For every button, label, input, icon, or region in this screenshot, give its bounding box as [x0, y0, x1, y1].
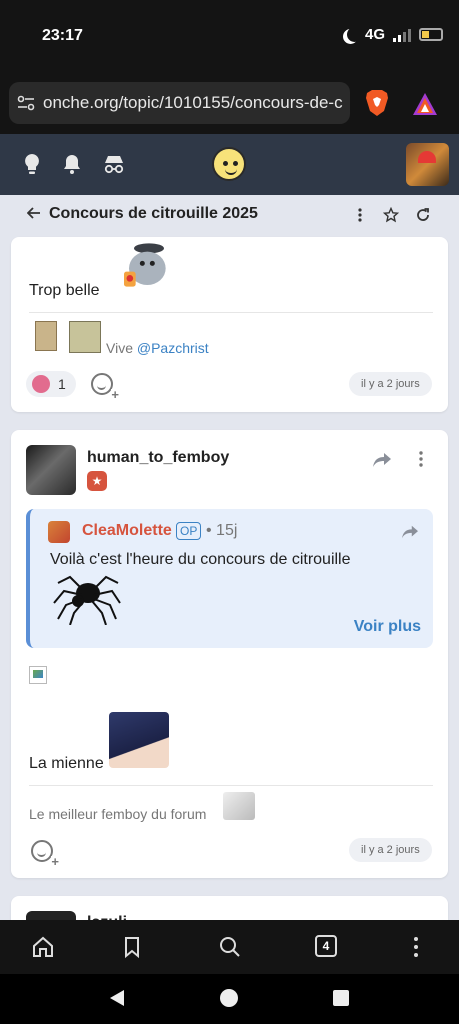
post-text: La mienne [29, 755, 104, 772]
user-avatar[interactable] [406, 143, 449, 186]
post-image [109, 712, 169, 768]
back-icon[interactable] [108, 989, 126, 1007]
add-reaction-icon[interactable] [31, 840, 59, 868]
network-type: 4G [364, 26, 385, 43]
clock: 23:17 [42, 27, 83, 44]
post-text: Trop belle [29, 282, 100, 299]
topic-bar: Concours de citrouille 2025 [0, 195, 459, 235]
site-header [0, 134, 459, 195]
refresh-icon[interactable] [415, 207, 431, 223]
op-badge: OP [176, 522, 202, 540]
add-reaction-icon[interactable] [91, 373, 119, 401]
more-vertical-icon[interactable] [352, 207, 368, 223]
topic-title: Concours de citrouille 2025 [49, 205, 258, 222]
quoted-post[interactable]: CleaMolette OP • 15j Voilà c'est l'heure… [26, 509, 433, 648]
star-icon[interactable] [383, 207, 399, 223]
status-icons: 4G [342, 26, 443, 43]
bell-icon[interactable] [60, 152, 84, 176]
spider-sticker-image [53, 575, 121, 625]
incognito-icon[interactable] [102, 152, 126, 176]
signature-divider [29, 312, 433, 313]
user-mention[interactable]: @Pazchrist [137, 340, 209, 356]
site-settings-icon[interactable] [17, 95, 35, 111]
post-card: human_to_femboy ★ CleaMolette OP • 15j V… [11, 430, 448, 878]
system-nav-bar [0, 974, 459, 1024]
author-avatar[interactable] [26, 445, 76, 495]
signature-image [223, 792, 255, 820]
rank-star-icon: ★ [87, 471, 107, 491]
browser-toolbar: onche.org/topic/1010155/concours-de-c [0, 72, 459, 134]
signal-icon [393, 28, 411, 42]
signature-text: Vive @Pazchrist [106, 340, 209, 356]
lightbulb-icon[interactable] [20, 152, 44, 176]
signature-divider [29, 785, 433, 786]
share-icon[interactable] [372, 451, 392, 469]
menu-icon[interactable] [404, 935, 428, 959]
do-not-disturb-icon [347, 27, 362, 42]
recents-icon[interactable] [333, 990, 349, 1006]
post-time[interactable]: il y a 2 jours [349, 838, 432, 862]
signature-text: Le meilleur femboy du forum [29, 806, 207, 822]
reaction-count: 1 [58, 376, 66, 392]
broken-image-icon [29, 666, 47, 684]
more-vertical-icon[interactable] [413, 450, 429, 468]
back-arrow-icon[interactable] [27, 206, 41, 220]
quote-author[interactable]: CleaMolette [82, 522, 172, 540]
quote-time: • 15j [206, 522, 238, 539]
url-text[interactable]: onche.org/topic/1010155/concours-de-c [43, 93, 348, 113]
signature-image [35, 321, 57, 351]
quote-author-avatar [48, 521, 70, 543]
address-bar[interactable]: onche.org/topic/1010155/concours-de-c [9, 82, 350, 124]
author-username[interactable]: human_to_femboy [87, 449, 229, 467]
sticker-image [124, 243, 166, 287]
status-bar: 23:17 4G [0, 0, 459, 72]
post-time[interactable]: il y a 2 jours [349, 372, 432, 396]
signature-image [69, 321, 101, 353]
onche-logo[interactable] [212, 147, 246, 181]
home-circle-icon[interactable] [219, 988, 239, 1008]
reaction-emoji-icon [32, 375, 50, 393]
bookmark-icon[interactable] [120, 935, 144, 959]
share-icon[interactable] [401, 524, 419, 540]
search-icon[interactable] [218, 935, 242, 959]
battery-icon [419, 28, 443, 41]
home-icon[interactable] [31, 935, 55, 959]
see-more-link[interactable]: Voir plus [354, 618, 421, 636]
quote-text: Voilà c'est l'heure du concours de citro… [50, 551, 351, 568]
signature-prefix: Vive [106, 340, 137, 356]
post-card: Trop belle Vive @Pazchrist 1 il y a 2 jo… [11, 237, 448, 412]
brave-rewards-icon[interactable] [412, 92, 438, 116]
browser-bottom-nav: 4 [0, 920, 459, 974]
brave-shields-icon[interactable] [364, 89, 390, 117]
reaction-pill[interactable]: 1 [26, 371, 76, 397]
tabs-button[interactable]: 4 [315, 935, 337, 957]
